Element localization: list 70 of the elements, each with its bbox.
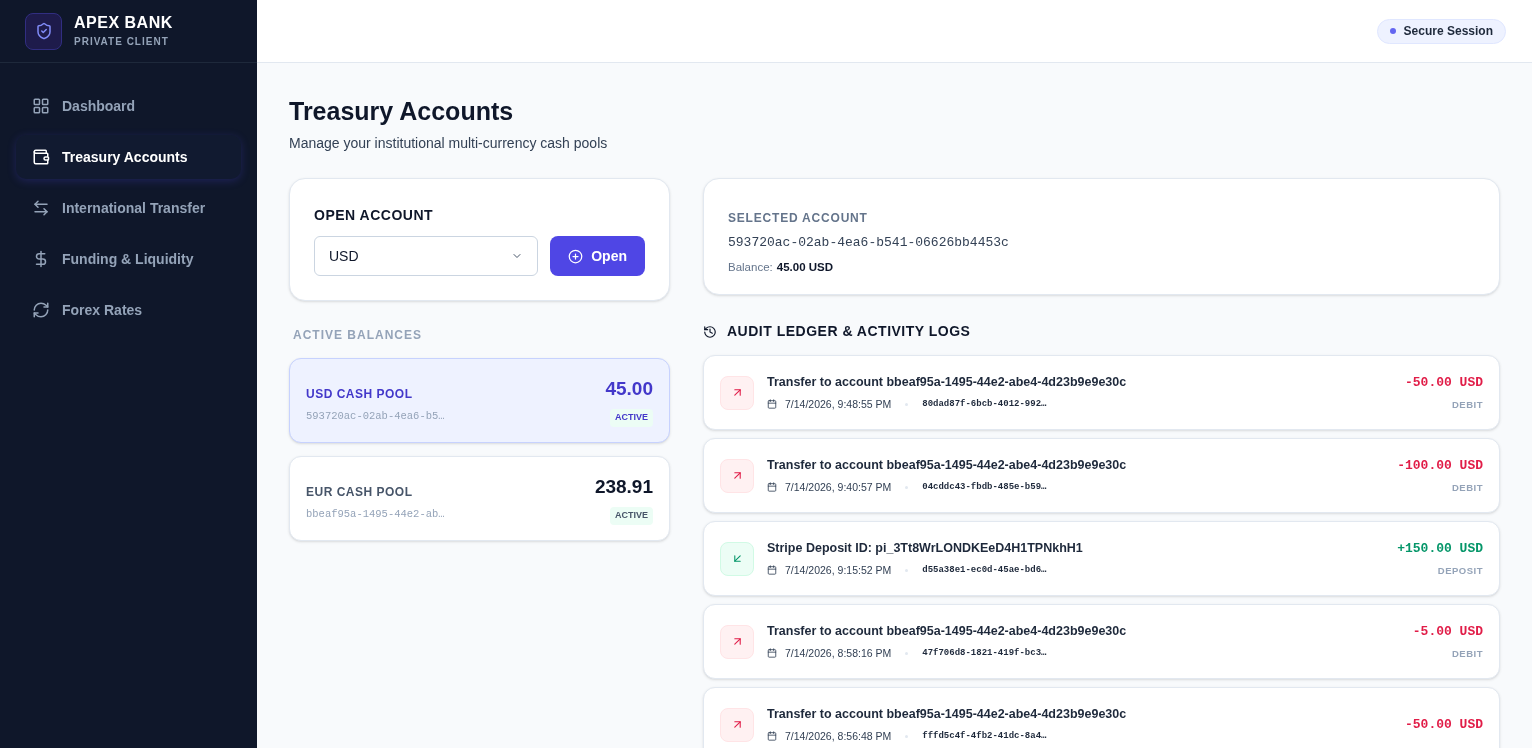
- session-label: Secure Session: [1403, 23, 1493, 40]
- card-title: OPEN ACCOUNT: [314, 206, 435, 225]
- entry-type: DEBIT: [1452, 481, 1483, 496]
- calendar-icon: [767, 565, 777, 576]
- account-name: USD CASH POOL: [306, 385, 414, 403]
- account-name: EUR CASH POOL: [306, 483, 414, 501]
- nav-item[interactable]: International Transfer: [16, 186, 241, 230]
- page-title: Treasury Accounts: [289, 96, 515, 127]
- swap-arrows-icon: [32, 199, 50, 217]
- entry-date: 7/14/2026, 9:48:55 PM: [785, 396, 892, 412]
- entry-date: 7/14/2026, 9:15:52 PM: [785, 562, 892, 578]
- history-icon: [703, 324, 717, 339]
- entry-reference: 04cddc43-fbdb-485e-b59…: [922, 480, 1047, 494]
- entry-description: Transfer to account bbeaf95a-1495-44e2-abe4-4d23b9e9e30c: [767, 373, 1127, 391]
- entry-description: Transfer to account bbeaf95a-1495-44e2-abe4-4d23b9e9e30c: [767, 705, 1127, 723]
- shield-logo-icon: [25, 12, 62, 50]
- arrow-down-left-icon: [720, 541, 754, 576]
- section-title: ACTIVE BALANCES: [293, 327, 423, 344]
- entry-description: Stripe Deposit ID: pi_3Tt8WrLONDKEeD4H1TPNkhH1: [767, 539, 1083, 557]
- entry-reference: 80dad87f-6bcb-4012-992…: [922, 397, 1047, 411]
- entry-amount: +150.00 USD: [1397, 539, 1483, 558]
- balance-value: 45.00 USD: [776, 259, 834, 275]
- wallet-icon: [32, 148, 50, 166]
- account-card[interactable]: EUR CASH POOL bbeaf95a-1495-44e2-ab… 238.91 ACTIVE: [289, 456, 670, 541]
- calendar-icon: [767, 648, 777, 659]
- entry-description: Transfer to account bbeaf95a-1495-44e2-abe4-4d23b9e9e30c: [767, 456, 1127, 474]
- plus-circle-icon: [568, 248, 584, 264]
- entry-type: DEPOSIT: [1437, 564, 1483, 579]
- open-button[interactable]: Open: [550, 236, 645, 276]
- nav-item[interactable]: Treasury Accounts: [16, 135, 241, 179]
- entry-reference: d55a38e1-ec0d-45ae-bd6…: [922, 563, 1047, 577]
- currency-select[interactable]: USD: [314, 236, 539, 276]
- nav-item[interactable]: Dashboard: [16, 84, 241, 128]
- grid-icon: [32, 97, 50, 115]
- account-card[interactable]: USD CASH POOL 593720ac-02ab-4ea6-b5… 45.00 ACTIVE: [289, 358, 670, 443]
- entry-type: DEBIT: [1452, 647, 1483, 662]
- entry-type: DEBIT: [1452, 398, 1483, 413]
- status-badge: ACTIVE: [610, 507, 653, 525]
- entry-reference: 47f706d8-1821-419f-bc3…: [922, 646, 1047, 660]
- brand-subtitle: PRIVATE CLIENT: [74, 35, 170, 49]
- entry-reference: fffd5c4f-4fb2-41dc-8a4…: [922, 729, 1047, 743]
- card-label: SELECTED ACCOUNT: [728, 210, 869, 227]
- account-id: 593720ac-02ab-4ea6-b5…: [306, 408, 445, 424]
- status-badge: ACTIVE: [610, 409, 653, 427]
- arrow-up-right-icon: [720, 624, 754, 659]
- balance-label: Balance:: [728, 259, 773, 275]
- entry-description: Transfer to account bbeaf95a-1495-44e2-abe4-4d23b9e9e30c: [767, 622, 1127, 640]
- account-id: 593720ac-02ab-4ea6-b541-06626bb4453c: [728, 234, 1010, 252]
- entry-date: 7/14/2026, 8:56:48 PM: [785, 728, 892, 744]
- entry-amount: -50.00 USD: [1405, 715, 1483, 734]
- account-balance: 238.91: [594, 474, 653, 499]
- account-balance: 45.00: [605, 376, 653, 401]
- page-subtitle: Manage your institutional multi-currency cash pools: [289, 134, 609, 153]
- calendar-icon: [767, 482, 777, 493]
- refresh-icon: [32, 301, 50, 319]
- arrow-up-right-icon: [720, 375, 754, 410]
- account-id: bbeaf95a-1495-44e2-ab…: [306, 506, 445, 522]
- arrow-up-right-icon: [720, 458, 754, 493]
- nav-item[interactable]: Forex Rates: [16, 288, 241, 332]
- entry-date: 7/14/2026, 8:58:16 PM: [785, 645, 892, 661]
- entry-date: 7/14/2026, 9:40:57 PM: [785, 479, 892, 495]
- entry-amount: -50.00 USD: [1405, 373, 1483, 392]
- entry-amount: -5.00 USD: [1412, 622, 1483, 641]
- calendar-icon: [767, 731, 777, 742]
- section-title: AUDIT LEDGER & ACTIVITY LOGS: [727, 322, 971, 341]
- entry-amount: -100.00 USD: [1397, 456, 1483, 475]
- calendar-icon: [767, 399, 777, 410]
- arrow-up-right-icon: [720, 707, 754, 742]
- nav-item[interactable]: Funding & Liquidity: [16, 237, 241, 281]
- brand-name: APEX BANK: [74, 13, 173, 33]
